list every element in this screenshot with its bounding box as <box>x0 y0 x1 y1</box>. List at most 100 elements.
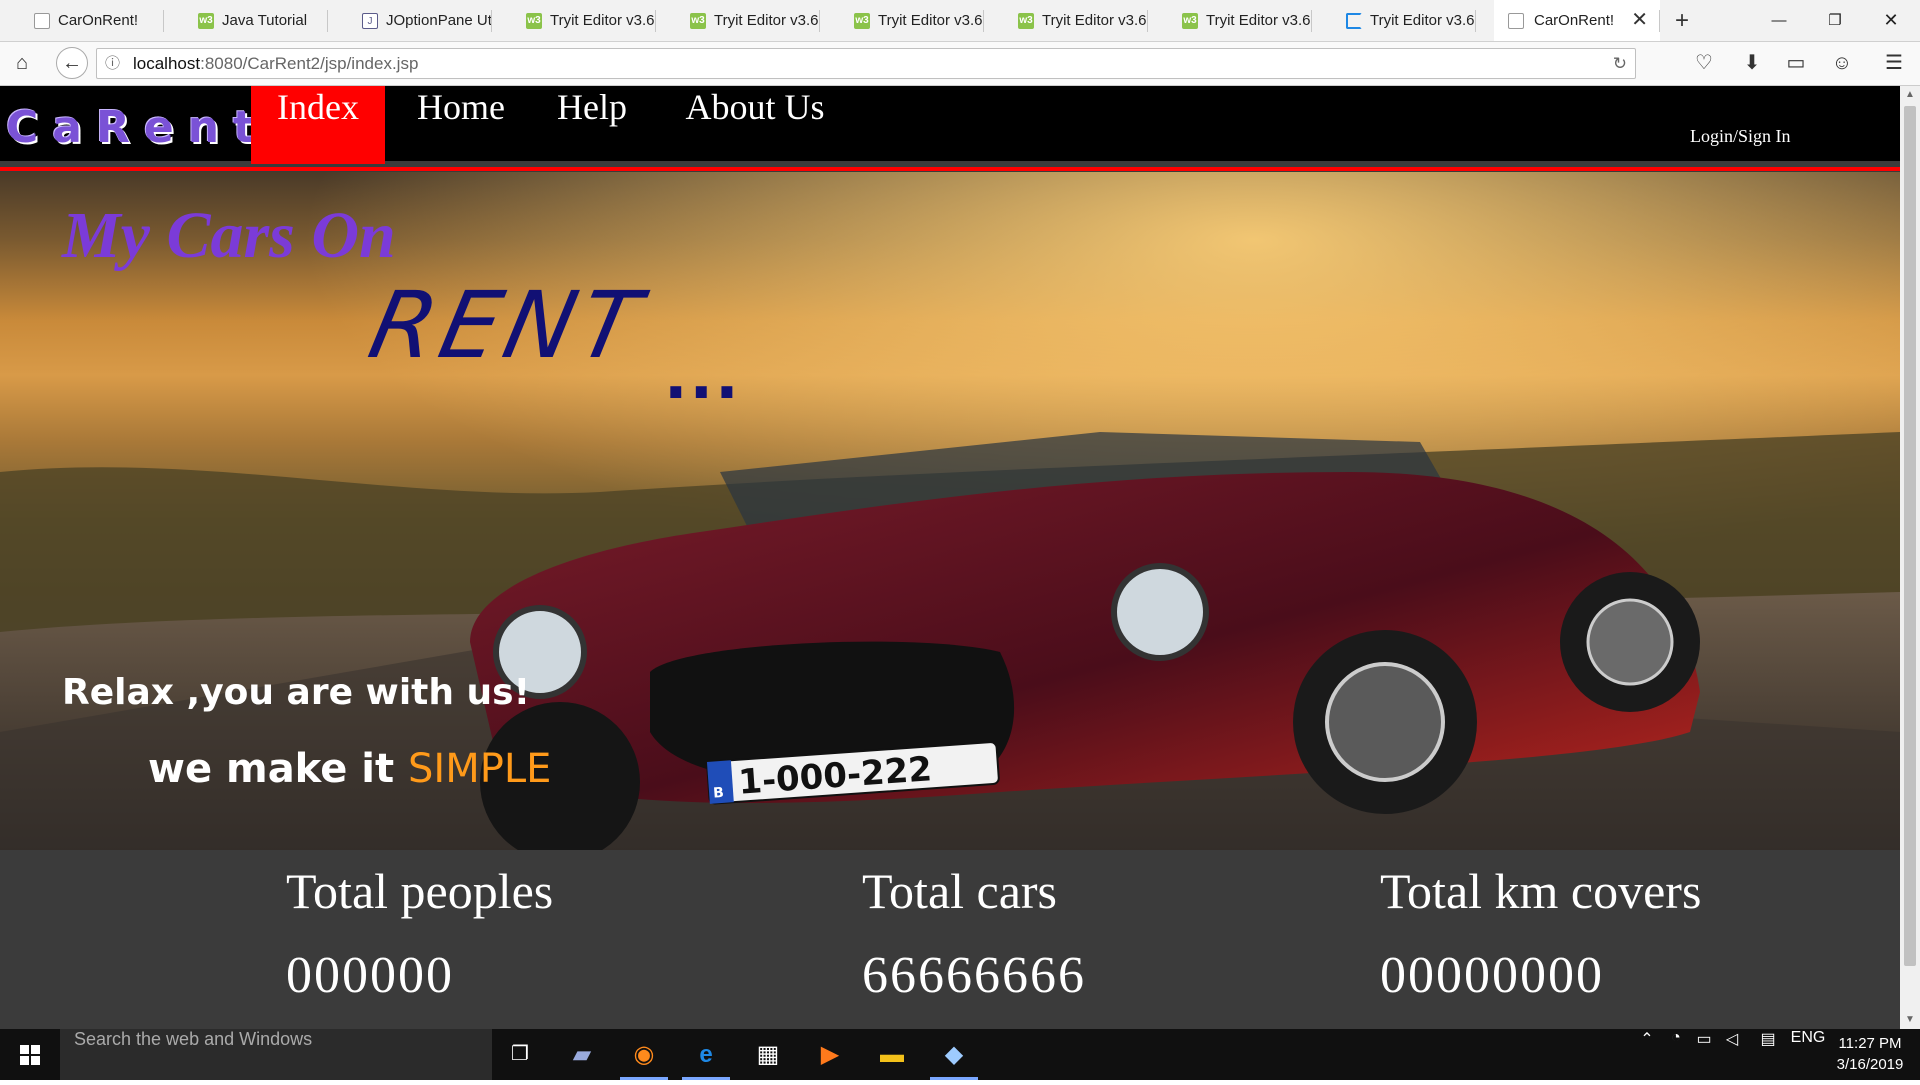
start-button[interactable] <box>0 1029 60 1080</box>
tab-tryit-6[interactable]: Tryit Editor v3.6 <box>1312 0 1476 41</box>
hero-rent-text: RENT <box>360 272 655 379</box>
hero-heading: My Cars On <box>62 199 396 272</box>
taskbar-clock[interactable]: 11:27 PM 3/16/2019 <box>1830 1033 1910 1075</box>
site-header: CaRent Index Home Help About Us Login/Si… <box>0 86 1900 171</box>
tab-title: Tryit Editor v3.6 <box>714 12 819 29</box>
w3-icon: w3 <box>198 13 214 29</box>
file-explorer-icon[interactable]: ▬ <box>862 1029 922 1080</box>
taskbar-search-input[interactable]: Search the web and Windows <box>60 1029 492 1080</box>
store-icon[interactable]: ▦ <box>738 1029 798 1080</box>
new-tab-button[interactable]: + <box>1662 0 1702 41</box>
hero-simple-line: we make it SIMPLE <box>148 746 551 792</box>
login-signin-link[interactable]: Login/Sign In <box>1690 126 1791 147</box>
tab-caronrent[interactable]: CarOnRent! <box>0 0 164 41</box>
back-button[interactable]: ← <box>56 47 88 79</box>
nav-about-us[interactable]: About Us <box>675 86 835 164</box>
reload-icon[interactable]: ↻ <box>1613 49 1627 78</box>
stat-label: Total peoples <box>286 863 554 919</box>
restore-button[interactable]: ❐ <box>1812 0 1858 41</box>
tab-title: JOptionPane Ut... <box>386 12 492 29</box>
address-bar[interactable]: ⓘ localhost:8080/CarRent2/jsp/index.jsp … <box>96 48 1636 79</box>
w3-icon: w3 <box>854 13 870 29</box>
wifi-icon[interactable]: ◔ <box>1664 1029 1688 1080</box>
tab-caronrent-active[interactable]: CarOnRent! ✕ <box>1494 0 1660 41</box>
library-icon[interactable]: ▭ <box>1776 42 1816 85</box>
scroll-down-icon[interactable]: ▼ <box>1900 1011 1920 1029</box>
tab-title: Tryit Editor v3.6 <box>1042 12 1147 29</box>
page-viewport: CaRent Index Home Help About Us Login/Si… <box>0 86 1900 1029</box>
action-center-icon[interactable]: ▤ <box>1754 1029 1782 1080</box>
tab-title: CarOnRent! <box>1534 12 1615 29</box>
tray-chevron-up-icon[interactable]: ⌃ <box>1636 1029 1658 1080</box>
pocket-icon[interactable]: ♡ <box>1684 42 1724 85</box>
hero-simple-prefix: we make it <box>148 746 409 792</box>
chat-icon[interactable]: ☺ <box>1822 42 1862 85</box>
w3-icon: w3 <box>1182 13 1198 29</box>
w3-icon: w3 <box>526 13 542 29</box>
scrollbar-thumb[interactable] <box>1904 106 1916 966</box>
url-text: localhost:8080/CarRent2/jsp/index.jsp <box>133 49 418 78</box>
hero-dots: ... <box>664 340 741 413</box>
stat-label: Total km covers <box>1380 863 1702 919</box>
firefox-icon[interactable]: ◉ <box>614 1029 674 1080</box>
battery-icon[interactable]: ▭ <box>1692 1029 1716 1080</box>
hero-relax-text: Relax ,you are with us! <box>62 672 530 713</box>
info-icon[interactable]: ⓘ <box>105 49 120 78</box>
page-icon <box>34 13 50 29</box>
w3-icon: w3 <box>690 13 706 29</box>
tab-title: Java Tutorial <box>222 12 308 29</box>
close-icon[interactable]: ✕ <box>1631 0 1648 41</box>
url-path: :8080/CarRent2/jsp/index.jsp <box>200 54 419 73</box>
tab-tryit-2[interactable]: w3 Tryit Editor v3.6 <box>656 0 820 41</box>
virtualbox-icon[interactable]: ◆ <box>924 1029 984 1080</box>
edge-icon[interactable]: e <box>676 1029 736 1080</box>
loading-icon <box>1346 13 1362 29</box>
language-indicator[interactable]: ENG <box>1788 1029 1828 1080</box>
windows-logo-icon <box>20 1045 40 1065</box>
windows-taskbar: Search the web and Windows ❐ ▰ ◉ e ▦ ▶ ▬… <box>0 1029 1920 1080</box>
stat-value: 00000000 <box>1380 947 1604 1004</box>
tab-tryit-3[interactable]: w3 Tryit Editor v3.6 <box>820 0 984 41</box>
nav-index[interactable]: Index <box>251 86 385 164</box>
w3-icon: w3 <box>1018 13 1034 29</box>
browser-toolbar: ⌂ ← ⓘ localhost:8080/CarRent2/jsp/index.… <box>0 42 1920 86</box>
tab-joptionpane[interactable]: J JOptionPane Ut... <box>328 0 492 41</box>
tab-title: Tryit Editor v3.6 <box>1206 12 1311 29</box>
menu-icon[interactable]: ☰ <box>1874 42 1914 85</box>
page-icon <box>1508 13 1524 29</box>
tab-tryit-4[interactable]: w3 Tryit Editor v3.6 <box>984 0 1148 41</box>
license-plate-country: B <box>713 785 725 802</box>
home-icon[interactable]: ⌂ <box>2 42 42 85</box>
site-logo[interactable]: CaRent <box>6 102 268 153</box>
nav-help[interactable]: Help <box>545 86 639 164</box>
tab-title: Tryit Editor v3.6 <box>550 12 655 29</box>
page-scrollbar[interactable]: ▲ ▼ <box>1900 86 1920 1029</box>
notepad-icon[interactable]: ▰ <box>552 1029 612 1080</box>
tab-title: Tryit Editor v3.6 <box>1370 12 1475 29</box>
volume-icon[interactable]: ◁ <box>1720 1029 1744 1080</box>
url-host: localhost <box>133 54 201 73</box>
stat-value: 000000 <box>286 947 454 1004</box>
tab-title: Tryit Editor v3.6 <box>878 12 983 29</box>
stat-value: 66666666 <box>862 947 1086 1004</box>
clock-date: 3/16/2019 <box>1836 1056 1904 1073</box>
nav-home[interactable]: Home <box>395 86 527 164</box>
javadoc-icon: J <box>362 13 378 29</box>
minimize-button[interactable]: — <box>1756 0 1802 41</box>
task-view-icon[interactable]: ❐ <box>490 1029 550 1080</box>
download-icon[interactable]: ⬇ <box>1732 42 1772 85</box>
hero-banner: 1-000-222 B My Cars On RENT ... Relax ,y… <box>0 172 1900 850</box>
close-window-button[interactable]: ✕ <box>1868 0 1914 41</box>
clock-time: 11:27 PM <box>1838 1035 1902 1052</box>
scroll-up-icon[interactable]: ▲ <box>1900 86 1920 104</box>
stat-label: Total cars <box>862 863 1058 919</box>
tab-tryit-1[interactable]: w3 Tryit Editor v3.6 <box>492 0 656 41</box>
tab-java-tutorial[interactable]: w3 Java Tutorial <box>164 0 328 41</box>
hero-simple-word: SIMPLE <box>408 746 552 792</box>
tab-title: CarOnRent! <box>58 12 139 29</box>
media-player-icon[interactable]: ▶ <box>800 1029 860 1080</box>
arrow-left-icon: ← <box>62 52 82 74</box>
stats-section: Total peoples 000000 Total cars 66666666… <box>0 850 1900 1029</box>
tab-tryit-5[interactable]: w3 Tryit Editor v3.6 <box>1148 0 1312 41</box>
browser-tab-strip: CarOnRent! w3 Java Tutorial J JOptionPan… <box>0 0 1920 42</box>
